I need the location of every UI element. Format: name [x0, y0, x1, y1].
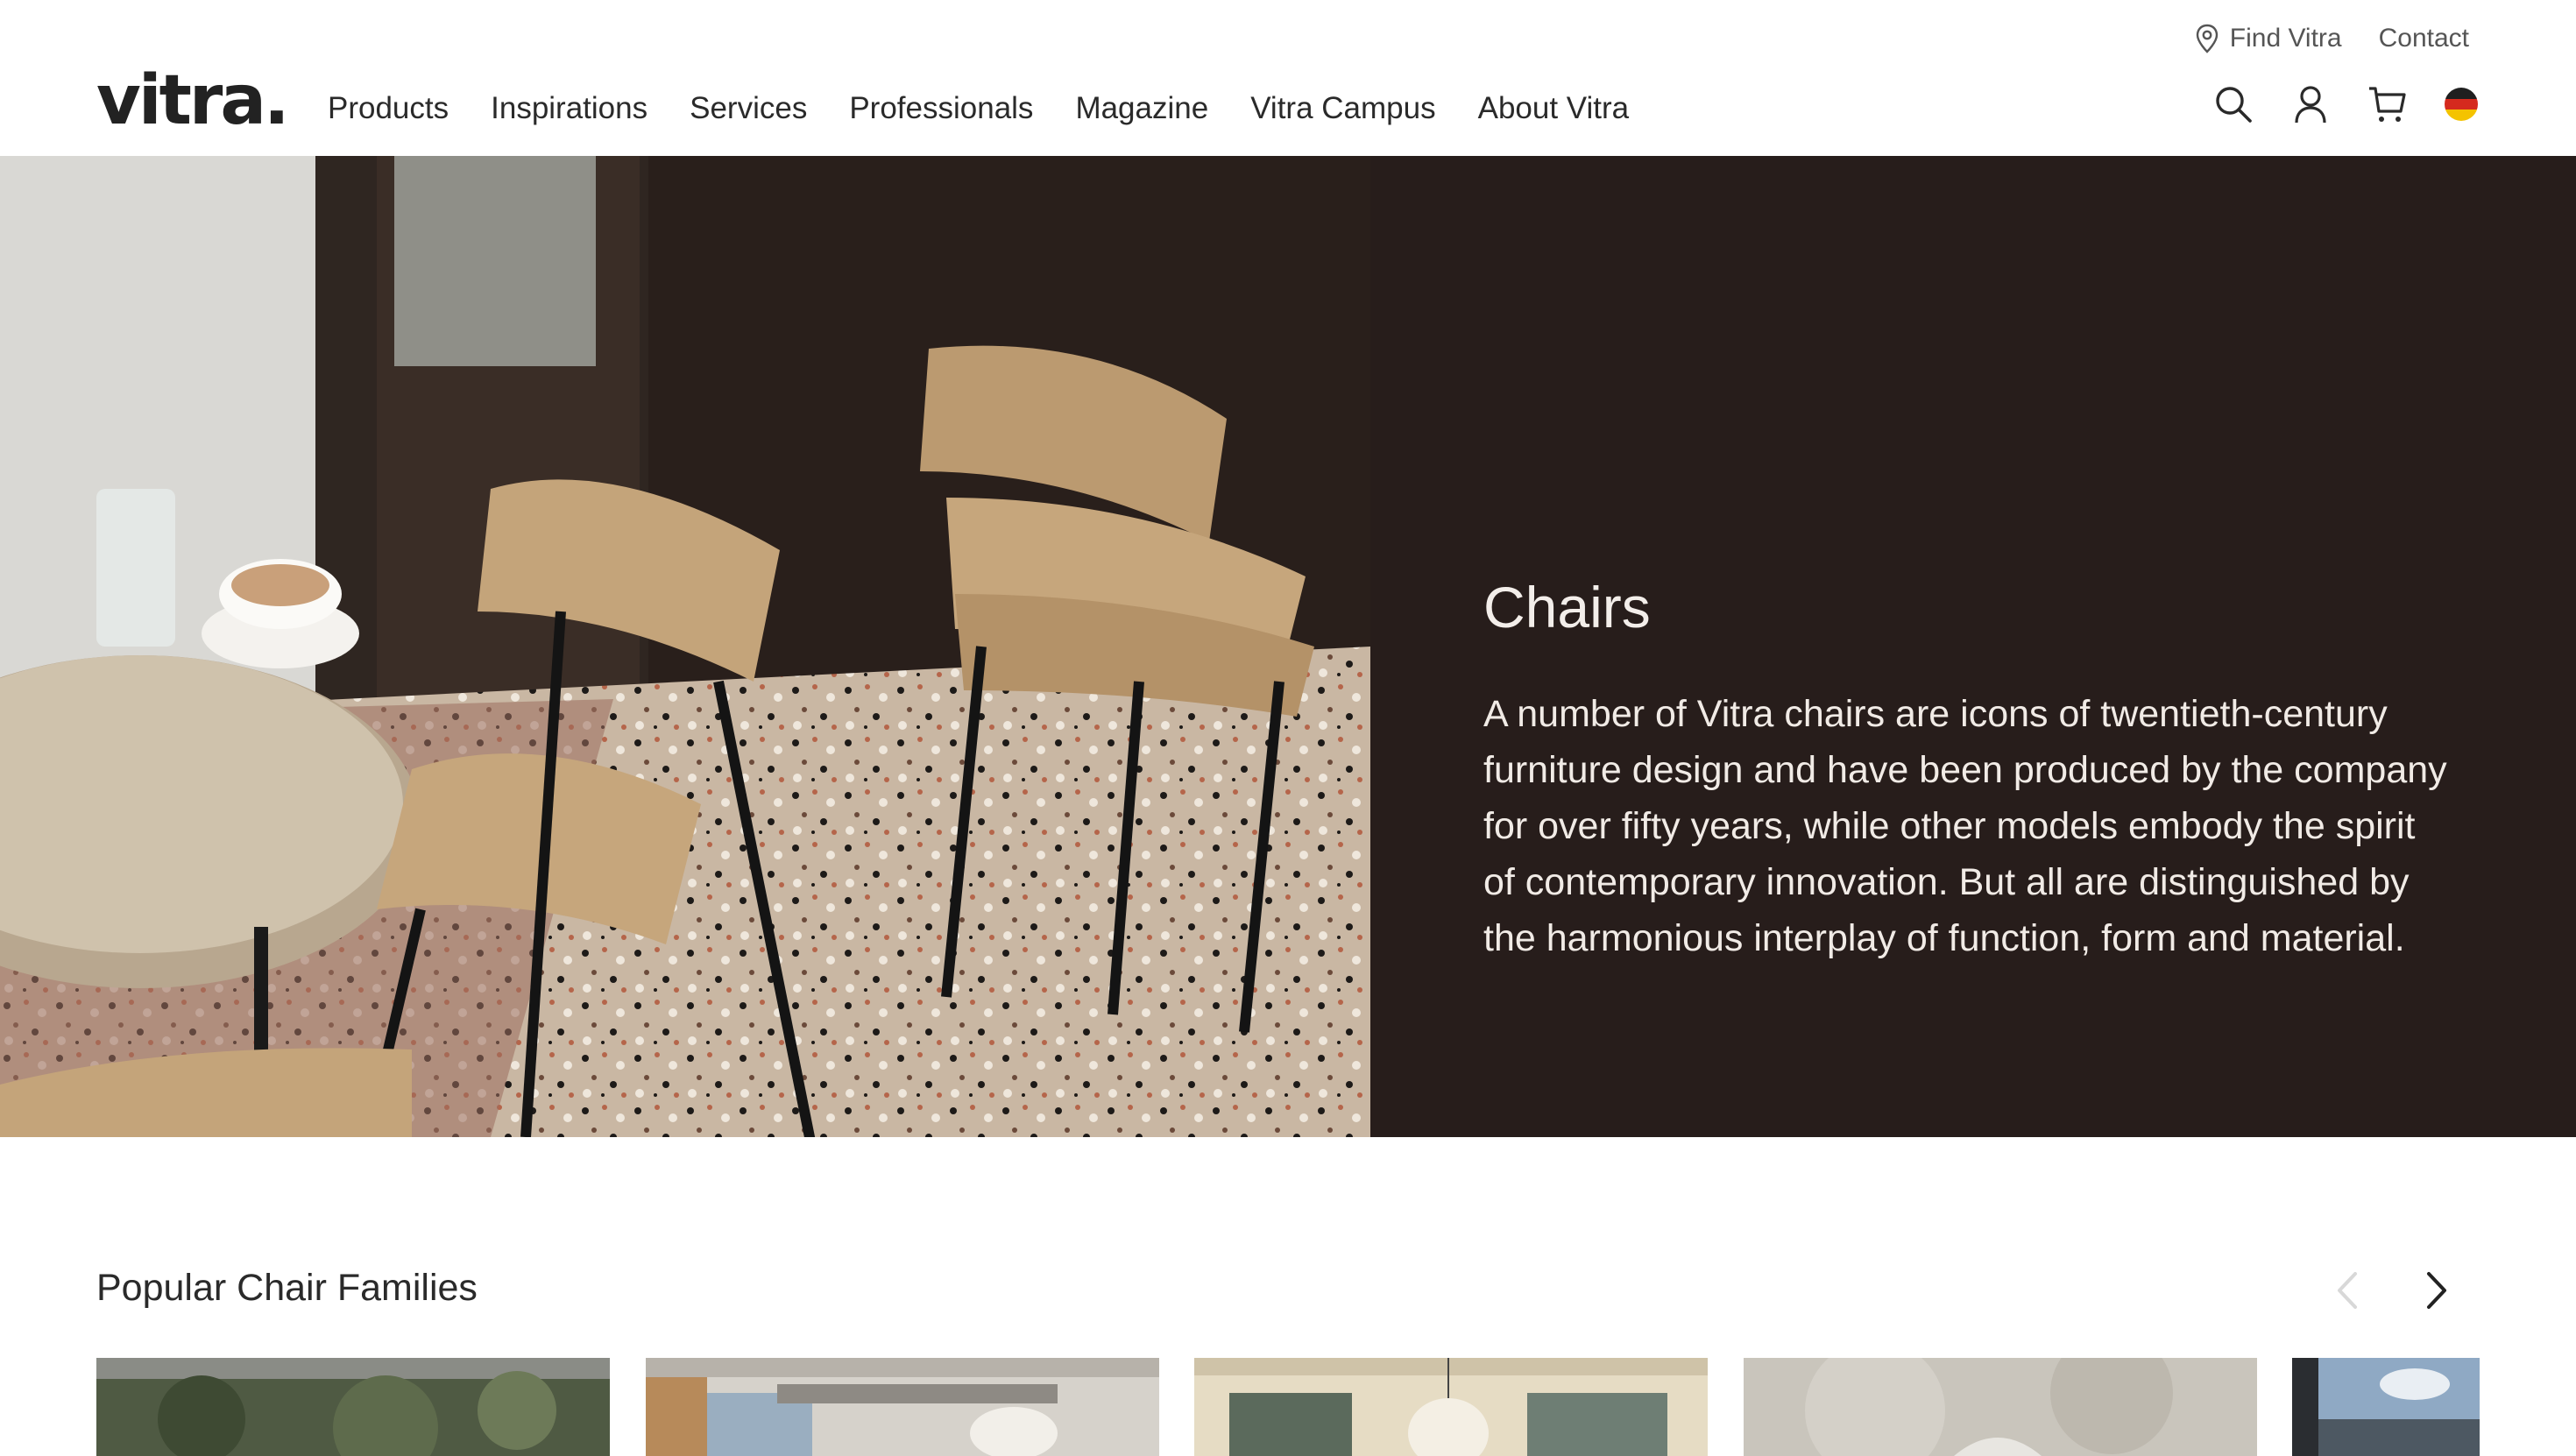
nav-item-about-vitra[interactable]: About Vitra: [1478, 91, 1630, 126]
search-icon: [2216, 87, 2252, 123]
header-actions: [2213, 84, 2478, 124]
vitra-logo[interactable]: vitra.: [96, 67, 290, 135]
nav-item-inspirations[interactable]: Inspirations: [491, 91, 648, 126]
hero-section: Chairs A number of Vitra chairs are icon…: [0, 156, 2576, 1137]
chair-family-card[interactable]: [96, 1358, 610, 1456]
carousel-next-button[interactable]: [2413, 1269, 2457, 1312]
search-button[interactable]: [2213, 84, 2254, 124]
language-flag-germany[interactable]: [2445, 88, 2478, 121]
section-title: Popular Chair Families: [96, 1267, 478, 1309]
cart-icon: [2369, 87, 2406, 122]
find-vitra-link[interactable]: Find Vitra: [2195, 24, 2342, 53]
nav-item-vitra-campus[interactable]: Vitra Campus: [1250, 91, 1435, 126]
chair-family-image: [2292, 1358, 2480, 1456]
hero-description: A number of Vitra chairs are icons of tw…: [1483, 693, 2447, 959]
chevron-left-icon: [2338, 1272, 2357, 1309]
chair-families-carousel: [96, 1358, 2480, 1456]
hero-text-panel: Chairs A number of Vitra chairs are icon…: [1370, 156, 2576, 1137]
site-header: Find Vitra Contact vitra. Products Inspi…: [0, 0, 2576, 156]
hero-title: Chairs: [1483, 575, 1651, 640]
account-button[interactable]: [2290, 84, 2331, 124]
account-icon: [2295, 86, 2326, 124]
cart-button[interactable]: [2367, 84, 2408, 124]
chevron-right-icon: [2427, 1272, 2446, 1309]
utility-nav: Find Vitra Contact: [2195, 21, 2469, 56]
chair-family-card[interactable]: [1744, 1358, 2257, 1456]
contact-link[interactable]: Contact: [2379, 24, 2469, 53]
chair-family-image: [96, 1358, 610, 1456]
carousel-prev-button[interactable]: [2327, 1269, 2371, 1312]
find-vitra-label: Find Vitra: [2229, 24, 2342, 53]
nav-item-products[interactable]: Products: [328, 91, 449, 126]
nav-item-professionals[interactable]: Professionals: [849, 91, 1033, 126]
main-nav: Products Inspirations Services Professio…: [328, 91, 1671, 126]
nav-item-services[interactable]: Services: [690, 91, 807, 126]
location-pin-icon: [2196, 24, 2218, 53]
hero-image: [0, 156, 1370, 1137]
chair-family-card[interactable]: [2292, 1358, 2480, 1456]
chair-family-image: [1744, 1358, 2257, 1456]
chair-family-image: [646, 1358, 1159, 1456]
chair-family-image: [1194, 1358, 1708, 1456]
nav-item-magazine[interactable]: Magazine: [1075, 91, 1208, 126]
chair-family-card[interactable]: [1194, 1358, 1708, 1456]
chair-family-card[interactable]: [646, 1358, 1159, 1456]
